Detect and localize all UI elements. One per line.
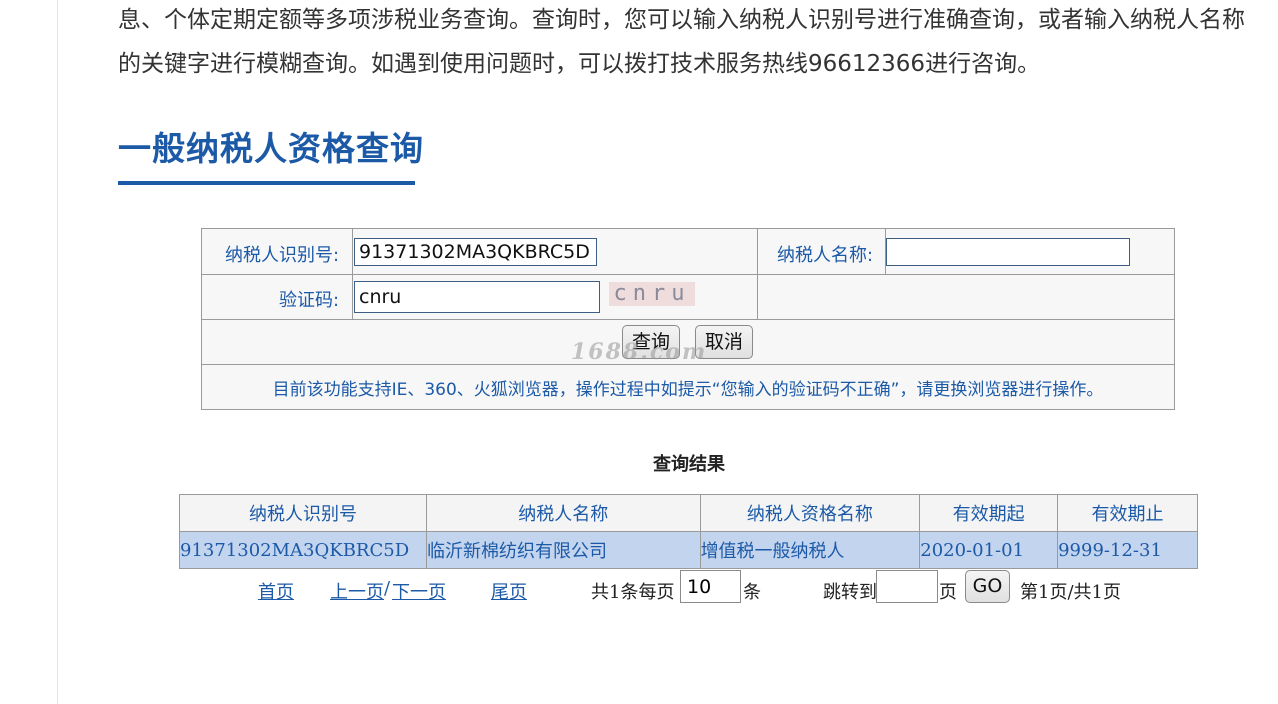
go-button[interactable]: GO — [965, 570, 1010, 603]
results-title: 查询结果 — [653, 454, 725, 475]
browser-notice: 目前该功能支持IE、360、火狐浏览器，操作过程中如提示“您输入的验证码不正确”… — [272, 380, 1104, 400]
query-form: 纳税人识别号: 纳税人名称: 验证码: cnru 查询 取消 目前该功能支持IE… — [201, 228, 1175, 410]
captcha-label: 验证码: — [279, 290, 340, 311]
column-header-taxpayer-id: 纳税人识别号 — [179, 494, 427, 532]
title-underline — [118, 181, 415, 185]
taxpayer-name-label: 纳税人名称: — [777, 245, 874, 266]
pagination: 首页 上一页 / 下一页 尾页 共1条每页 条 跳转到 页 GO 第1页/共1页 — [0, 570, 1278, 606]
jump-label: 跳转到 — [823, 582, 877, 603]
cell-valid-to: 9999-12-31 — [1057, 531, 1198, 569]
cell-taxpayer-name: 临沂新棉纺织有限公司 — [425, 531, 701, 569]
divider — [757, 229, 758, 275]
pager-separator: / — [384, 578, 391, 599]
prev-page-link[interactable]: 上一页 — [330, 578, 384, 604]
record-summary: 共1条每页 — [591, 582, 675, 603]
taxpayer-name-input[interactable] — [886, 238, 1130, 266]
page-status: 第1页/共1页 — [1020, 582, 1121, 603]
watermark-logo: 1688.com — [571, 339, 708, 365]
cell-taxpayer-id: 91371302MA3QKBRC5D — [179, 531, 427, 569]
taxpayer-id-label: 纳税人识别号: — [225, 245, 340, 266]
cell-qualification: 增值税一般纳税人 — [699, 531, 921, 569]
page-unit: 页 — [939, 582, 957, 603]
column-header-qualification: 纳税人资格名称 — [699, 494, 921, 532]
page-size-unit: 条 — [743, 582, 761, 603]
form-row-ids: 纳税人识别号: 纳税人名称: — [202, 229, 1174, 275]
cell-valid-from: 2020-01-01 — [919, 531, 1059, 569]
jump-page-input[interactable] — [876, 570, 938, 603]
page-title: 一般纳税人资格查询 — [118, 129, 424, 168]
page-size-input[interactable] — [680, 570, 741, 603]
taxpayer-id-input[interactable] — [354, 238, 597, 266]
captcha-input[interactable] — [354, 281, 600, 313]
divider — [352, 229, 353, 275]
next-page-link[interactable]: 下一页 — [392, 578, 446, 604]
column-header-valid-from: 有效期起 — [919, 494, 1059, 532]
column-header-valid-to: 有效期止 — [1057, 494, 1198, 532]
table-row: 91371302MA3QKBRC5D 临沂新棉纺织有限公司 增值税一般纳税人 2… — [179, 531, 1198, 569]
results-table: 纳税人识别号 纳税人名称 纳税人资格名称 有效期起 有效期止 91371302M… — [179, 494, 1198, 569]
captcha-image[interactable]: cnru — [609, 282, 695, 306]
intro-paragraph: 息、个体定期定额等多项涉税业务查询。查询时，您可以输入纳税人识别号进行准确查询，… — [118, 7, 1245, 77]
first-page-link[interactable]: 首页 — [258, 578, 294, 604]
last-page-link[interactable]: 尾页 — [491, 578, 527, 604]
divider — [352, 275, 353, 320]
column-header-taxpayer-name: 纳税人名称 — [425, 494, 701, 532]
divider — [757, 275, 758, 320]
table-header-row: 纳税人识别号 纳税人名称 纳税人资格名称 有效期起 有效期止 — [179, 494, 1198, 532]
